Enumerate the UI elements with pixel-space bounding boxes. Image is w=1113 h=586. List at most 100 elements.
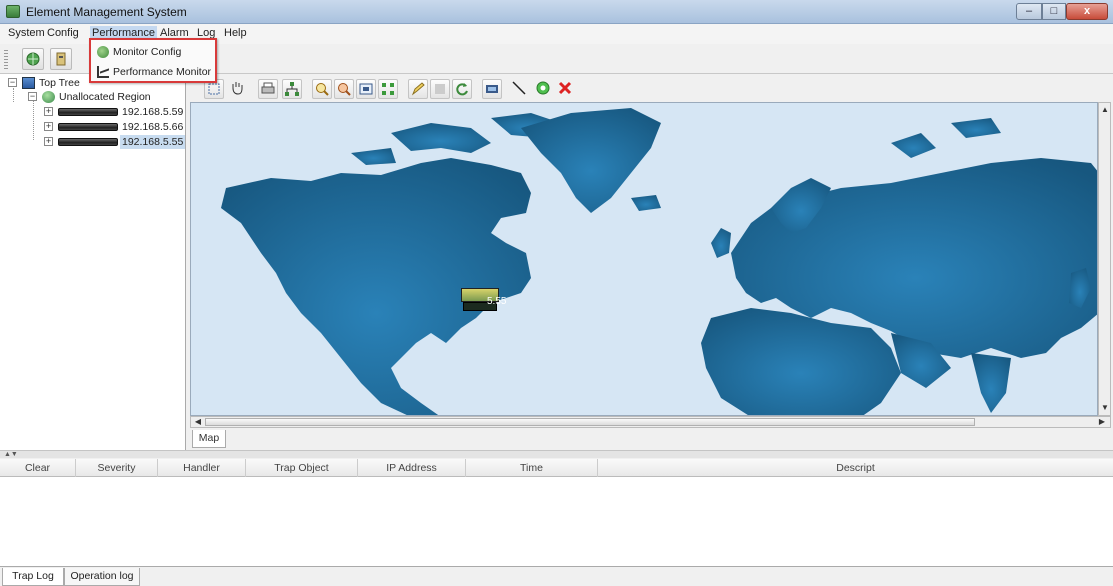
arctic-russia-islands xyxy=(951,118,1001,138)
draw-line-button[interactable] xyxy=(510,79,530,99)
log-table-header: Clear Severity Handler Trap Object IP Ad… xyxy=(0,459,1113,477)
column-clear[interactable]: Clear xyxy=(0,459,76,477)
menu-performance-monitor-label: Performance Monitor xyxy=(113,66,212,78)
tree-icon xyxy=(22,77,35,89)
zoom-out-button[interactable] xyxy=(334,79,354,99)
disabled-button[interactable] xyxy=(430,79,450,99)
tab-trap-log[interactable]: Trap Log xyxy=(2,568,64,586)
tree-root-label: Top Tree xyxy=(39,77,80,89)
map-device-label: 5.55 xyxy=(487,296,507,307)
scroll-right-icon[interactable]: ▶ xyxy=(1097,417,1107,427)
refresh-icon xyxy=(456,83,468,96)
splitter-arrows-icon[interactable]: ▲▼ xyxy=(4,451,18,458)
pencil-icon xyxy=(411,82,425,96)
minimize-button[interactable]: – xyxy=(1016,3,1042,20)
view-button[interactable] xyxy=(482,79,502,99)
tab-map[interactable]: Map xyxy=(192,430,226,448)
topology-tree: − Top Tree − Unallocated Region + 192.16… xyxy=(0,74,186,450)
app-icon xyxy=(6,5,20,18)
line-icon xyxy=(512,81,526,95)
close-button[interactable]: x xyxy=(1066,3,1108,20)
delete-x-icon xyxy=(558,81,572,95)
expand-icon[interactable]: + xyxy=(44,107,53,116)
map-vertical-scrollbar[interactable]: ▲ ▼ xyxy=(1098,102,1111,416)
column-ip-address[interactable]: IP Address xyxy=(358,459,466,477)
continent-africa xyxy=(701,308,901,415)
menu-performance-monitor[interactable]: Performance Monitor xyxy=(95,63,213,81)
menu-config[interactable]: Config xyxy=(47,27,79,39)
topology-icon xyxy=(285,82,299,96)
monitor-config-icon xyxy=(97,46,109,58)
tree-device-label: 192.168.5.66 xyxy=(122,121,184,133)
menu-system[interactable]: System xyxy=(8,27,45,39)
menu-help[interactable]: Help xyxy=(224,27,247,39)
device-icon xyxy=(58,123,118,131)
device-icon xyxy=(58,108,118,116)
fit-window-button[interactable] xyxy=(356,79,376,99)
tree-device-label: 192.168.5.55 xyxy=(120,135,186,149)
column-descript[interactable]: Descript xyxy=(598,459,1113,477)
column-trap-object[interactable]: Trap Object xyxy=(246,459,358,477)
pan-tool-button[interactable] xyxy=(228,79,248,99)
log-tabs: Trap Log Operation log xyxy=(0,568,1113,586)
tree-line xyxy=(33,100,34,140)
tree-device-label: 192.168.5.59 xyxy=(122,106,184,118)
tree-region-label: Unallocated Region xyxy=(59,91,151,103)
scroll-left-icon[interactable]: ◀ xyxy=(193,417,203,427)
layout-button[interactable] xyxy=(378,79,398,99)
collapse-icon[interactable]: − xyxy=(8,78,17,87)
zoom-out-icon xyxy=(338,83,351,96)
scroll-down-icon[interactable]: ▼ xyxy=(1100,403,1110,413)
map-toolbar xyxy=(190,76,1110,102)
menu-monitor-config[interactable]: Monitor Config xyxy=(95,43,213,61)
iceland xyxy=(631,195,661,211)
topology-map[interactable]: 5.55 xyxy=(190,102,1098,416)
expand-icon[interactable]: + xyxy=(44,122,53,131)
map-device-node[interactable]: 5.55 xyxy=(461,288,507,314)
edit-button[interactable] xyxy=(408,79,428,99)
connect-button[interactable] xyxy=(22,48,44,70)
hand-icon xyxy=(232,82,243,95)
zoom-in-button[interactable] xyxy=(312,79,332,99)
scroll-up-icon[interactable]: ▲ xyxy=(1100,105,1110,115)
zoom-in-icon xyxy=(316,83,329,96)
delete-button[interactable] xyxy=(556,79,576,99)
performance-dropdown: Monitor Config Performance Monitor xyxy=(89,38,217,83)
toolbar-grip[interactable] xyxy=(4,50,8,70)
collapse-icon[interactable]: − xyxy=(28,92,37,101)
arctic-islands xyxy=(351,148,396,165)
tab-operation-log[interactable]: Operation log xyxy=(64,568,140,586)
expand-icon[interactable]: + xyxy=(44,137,53,146)
column-handler[interactable]: Handler xyxy=(158,459,246,477)
refresh-button[interactable] xyxy=(452,79,472,99)
arctic-islands xyxy=(391,123,491,153)
printer-icon xyxy=(261,82,275,94)
device-icon xyxy=(58,138,118,146)
column-time[interactable]: Time xyxy=(466,459,598,477)
map-horizontal-scrollbar[interactable]: ◀ ▶ xyxy=(190,416,1111,428)
panel-splitter[interactable]: ▲▼ xyxy=(0,450,1113,458)
globe-icon xyxy=(26,52,40,66)
title-bar: Element Management System – □ x xyxy=(0,0,1113,24)
add-button[interactable] xyxy=(534,79,554,99)
chart-icon xyxy=(97,66,109,78)
add-circle-icon xyxy=(536,81,550,95)
fit-window-icon xyxy=(359,83,373,95)
arctic-russia-islands xyxy=(891,133,936,158)
trap-log-table[interactable] xyxy=(0,477,1113,567)
print-button[interactable] xyxy=(258,79,278,99)
device-icon xyxy=(56,52,66,66)
grid-layout-icon xyxy=(382,83,394,95)
square-icon xyxy=(435,84,445,94)
scrollbar-thumb[interactable] xyxy=(205,418,975,426)
monitor-icon xyxy=(486,85,498,93)
region-globe-icon xyxy=(42,91,55,103)
maximize-button[interactable]: □ xyxy=(1042,3,1066,20)
column-severity[interactable]: Severity xyxy=(76,459,158,477)
device-button[interactable] xyxy=(50,48,72,70)
topology-button[interactable] xyxy=(282,79,302,99)
menu-monitor-config-label: Monitor Config xyxy=(113,46,182,58)
british-isles xyxy=(711,228,731,258)
continent-north-america xyxy=(221,158,531,415)
window-title: Element Management System xyxy=(26,5,187,19)
